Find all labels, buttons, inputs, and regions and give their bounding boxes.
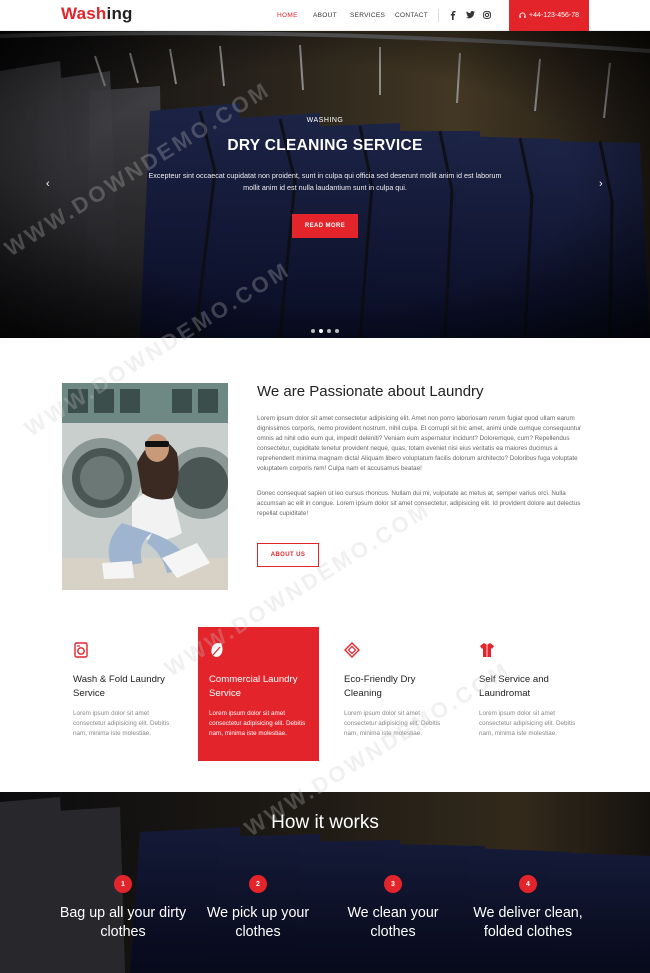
slider-dot[interactable] (327, 329, 331, 333)
nav-divider (438, 9, 439, 22)
service-card-commercial[interactable]: Commercial Laundry Service Lorem ipsum d… (198, 627, 319, 761)
service-description: Lorem ipsum dolor sit amet consectetur a… (73, 710, 170, 737)
slider-dot[interactable] (311, 329, 315, 333)
services-row: Wash & Fold Laundry Service Lorem ipsum … (62, 627, 590, 761)
nav-contact-label[interactable]: CONTACT (395, 12, 428, 19)
chevron-right-icon[interactable]: › (599, 178, 603, 190)
step-number-badge: 1 (114, 875, 132, 893)
slider-dot[interactable] (335, 329, 339, 333)
how-it-works-title: How it works (271, 812, 379, 833)
washing-machine-icon (74, 642, 88, 658)
cube-icon (344, 642, 360, 658)
step-number-badge: 2 (249, 875, 267, 893)
headset-icon (519, 12, 526, 18)
about-us-button[interactable]: ABOUT US (257, 543, 319, 567)
service-title: Wash & Fold Laundry Service (73, 674, 165, 699)
nav-about[interactable]: ABOUT (313, 0, 337, 31)
hero-description: Excepteur sint occaecat cupidatat non pr… (148, 171, 502, 192)
service-description: Lorem ipsum dolor sit amet consectetur a… (479, 710, 576, 737)
hero-slider: WASHING DRY CLEANING SERVICE Excepteur s… (0, 31, 650, 338)
facebook-icon[interactable] (448, 10, 458, 20)
twitter-icon[interactable] (465, 10, 475, 20)
logo-part-ing: ing (106, 4, 133, 23)
nav-services-label[interactable]: SERVICES (350, 12, 385, 19)
site-header: Washing HOME ABOUT SERVICES CONTACT +44-… (0, 0, 650, 31)
service-title: Eco-Friendly Dry Cleaning (344, 674, 416, 699)
phone-button[interactable]: +44-123-456-78 (509, 0, 589, 31)
slider-dot-active[interactable] (319, 329, 323, 333)
hero-title: DRY CLEANING SERVICE (227, 137, 423, 154)
service-card-eco-friendly[interactable]: Eco-Friendly Dry Cleaning Lorem ipsum do… (333, 627, 454, 761)
step-number-badge: 4 (519, 875, 537, 893)
about-image (62, 383, 228, 590)
step-label: We clean your clothes (347, 905, 439, 940)
instagram-icon[interactable] (482, 10, 492, 20)
phone-number: +44-123-456-78 (528, 12, 579, 19)
about-paragraph-2: Donec consequat sapien ut leo cursus rho… (257, 490, 581, 517)
step-label: We deliver clean, folded clothes (473, 905, 583, 940)
leaf-icon (211, 643, 223, 657)
service-description: Lorem ipsum dolor sit amet consectetur a… (344, 710, 441, 737)
nav-contact[interactable]: CONTACT (395, 0, 428, 31)
step-label: We pick up your clothes (206, 905, 310, 940)
logo-part-wash: Wash (61, 4, 107, 23)
how-it-works-section: How it works 1 2 3 4 Bag up all your dir… (0, 792, 650, 973)
nav-home[interactable]: HOME (277, 0, 298, 31)
service-card-self-service[interactable]: Self Service and Laundromat Lorem ipsum … (468, 627, 589, 761)
read-more-button[interactable]: READ MORE (292, 214, 358, 238)
hero-subtitle: WASHING (306, 117, 344, 124)
service-title: Commercial Laundry Service (209, 674, 298, 699)
step-label: Bag up all your dirty clothes (59, 905, 187, 940)
service-title: Self Service and Laundromat (479, 674, 549, 699)
nav-about-label[interactable]: ABOUT (313, 12, 337, 19)
service-card-wash-fold[interactable]: Wash & Fold Laundry Service Lorem ipsum … (62, 627, 183, 761)
step-number-badge: 3 (384, 875, 402, 893)
nav-services[interactable]: SERVICES (350, 0, 385, 31)
service-description: Lorem ipsum dolor sit amet consectetur a… (209, 710, 306, 737)
shirt-icon (480, 643, 494, 657)
about-paragraph-1: Lorem ipsum dolor sit amet consectetur a… (257, 415, 582, 472)
logo[interactable]: Washing (61, 4, 133, 24)
chevron-left-icon[interactable]: ‹ (46, 178, 50, 190)
slider-dots (311, 329, 339, 333)
about-title: We are Passionate about Laundry (257, 383, 484, 400)
nav-home-label[interactable]: HOME (277, 12, 298, 19)
